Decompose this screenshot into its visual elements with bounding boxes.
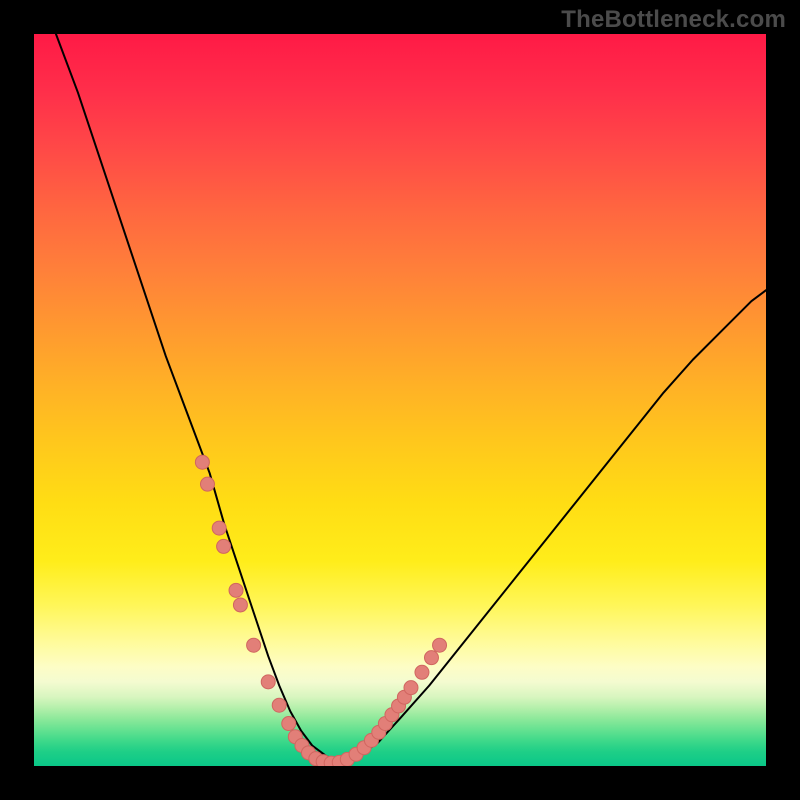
curve-marker xyxy=(415,665,429,679)
watermark-text: TheBottleneck.com xyxy=(561,6,786,34)
curve-marker xyxy=(433,638,447,652)
chart-frame: TheBottleneck.com xyxy=(0,0,800,800)
plot-area xyxy=(34,34,766,766)
curve-marker xyxy=(261,675,275,689)
curve-marker xyxy=(272,698,286,712)
bottleneck-curve xyxy=(56,34,766,762)
curve-marker xyxy=(247,638,261,652)
curve-marker xyxy=(282,717,296,731)
curve-marker xyxy=(212,521,226,535)
curve-marker xyxy=(229,583,243,597)
curve-marker xyxy=(424,651,438,665)
curve-marker xyxy=(217,539,231,553)
curve-marker xyxy=(404,681,418,695)
curve-marker xyxy=(233,598,247,612)
chart-overlay-svg xyxy=(34,34,766,766)
curve-marker xyxy=(195,455,209,469)
curve-markers xyxy=(195,455,446,766)
curve-marker xyxy=(200,477,214,491)
